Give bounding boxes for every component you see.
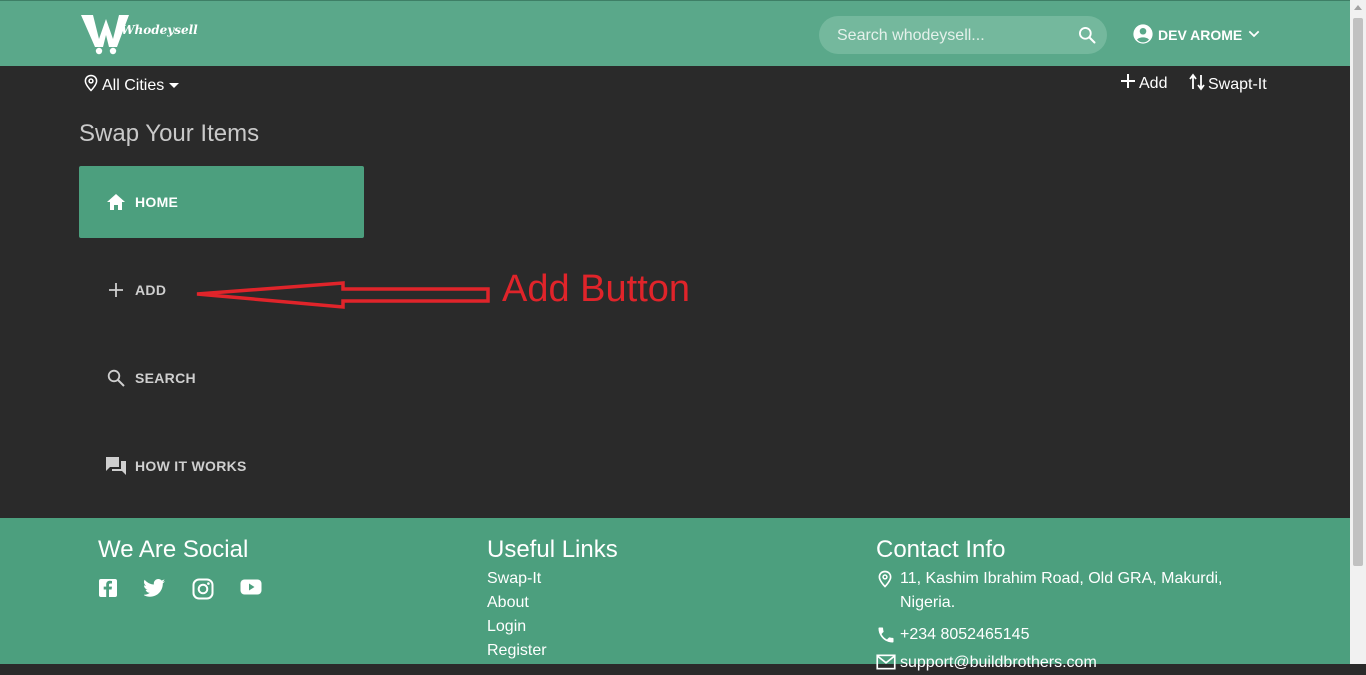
footer-link-swap-it[interactable]: Swap-It (487, 567, 618, 591)
contact-info-title: Contact Info (876, 536, 1006, 563)
add-link[interactable]: Add (1120, 73, 1167, 94)
search-box (819, 16, 1107, 56)
add-link-label: Add (1139, 74, 1168, 92)
nav-how-it-works-label: HOW IT WORKS (135, 458, 247, 474)
search-icon[interactable] (1077, 25, 1097, 50)
useful-links-list: Swap-It About Login Register (487, 567, 618, 663)
page-scrollbar[interactable] (1350, 0, 1366, 664)
account-circle-icon (1132, 23, 1154, 48)
annotation-label: Add Button (502, 268, 691, 310)
contact-email: support@buildbrothers.com (876, 651, 1256, 675)
social-section: We Are Social (98, 536, 288, 600)
city-selector-label: All Cities (102, 76, 165, 94)
search-input[interactable] (835, 16, 1069, 56)
contact-address-line2: Nigeria. (900, 594, 956, 611)
plus-icon (105, 279, 127, 301)
chat-icon (105, 455, 127, 477)
contact-address: 11, Kashim Ibrahim Road, Old GRA, Makurd… (876, 567, 1256, 615)
scroll-up-arrow-icon[interactable] (1354, 5, 1362, 10)
home-icon (105, 191, 127, 213)
mail-icon (876, 653, 900, 671)
nav-home-label: HOME (135, 194, 179, 210)
contact-address-line1: 11, Kashim Ibrahim Road, Old GRA, Makurd… (900, 570, 1223, 587)
scroll-thumb[interactable] (1353, 18, 1363, 566)
footer: We Are Social Useful Links Swap-It About… (0, 518, 1350, 671)
city-selector[interactable]: All Cities (82, 73, 180, 98)
top-header: Whodeysell DEV AROME (0, 0, 1350, 66)
caret-down-icon (168, 77, 180, 95)
nav-search-label: SEARCH (135, 370, 196, 386)
logo-text: Whodeysell (121, 23, 198, 37)
search-icon (105, 367, 127, 389)
annotation-arrow (190, 278, 495, 317)
footer-link-about[interactable]: About (487, 591, 618, 615)
whodeysell-logo[interactable]: Whodeysell (79, 9, 198, 55)
footer-link-login[interactable]: Login (487, 615, 618, 639)
contact-phone: +234 8052465145 (876, 623, 1256, 647)
contact-phone-text: +234 8052465145 (900, 626, 1030, 643)
location-pin-icon (876, 569, 900, 589)
facebook-icon[interactable] (98, 578, 118, 600)
twitter-icon[interactable] (144, 578, 166, 600)
user-name: DEV AROME (1158, 27, 1243, 43)
user-menu[interactable]: DEV AROME (1132, 23, 1262, 47)
instagram-icon[interactable] (192, 578, 214, 600)
nav-how-it-works-button[interactable]: HOW IT WORKS (79, 430, 364, 502)
nav-add-label: ADD (135, 282, 167, 298)
chevron-down-icon (1246, 26, 1262, 45)
footer-link-register[interactable]: Register (487, 639, 618, 663)
useful-links-section: Useful Links Swap-It About Login Registe… (487, 536, 618, 663)
useful-links-title: Useful Links (487, 536, 618, 563)
plus-icon (1120, 73, 1136, 94)
nav-home-button[interactable]: HOME (79, 166, 364, 238)
location-pin-icon (82, 73, 100, 98)
contact-email-text: support@buildbrothers.com (900, 654, 1097, 671)
swap-it-link[interactable]: Swapt-It (1189, 73, 1267, 96)
social-icons (98, 578, 288, 600)
contact-info-section: Contact Info 11, Kashim Ibrahim Road, Ol… (876, 536, 1256, 675)
phone-icon (876, 625, 900, 645)
social-title: We Are Social (98, 536, 249, 563)
nav-search-button[interactable]: SEARCH (79, 342, 364, 414)
page-title: Swap Your Items (79, 120, 260, 147)
youtube-icon[interactable] (240, 578, 262, 600)
swap-it-link-label: Swapt-It (1208, 75, 1267, 93)
swap-vertical-icon (1189, 73, 1205, 96)
